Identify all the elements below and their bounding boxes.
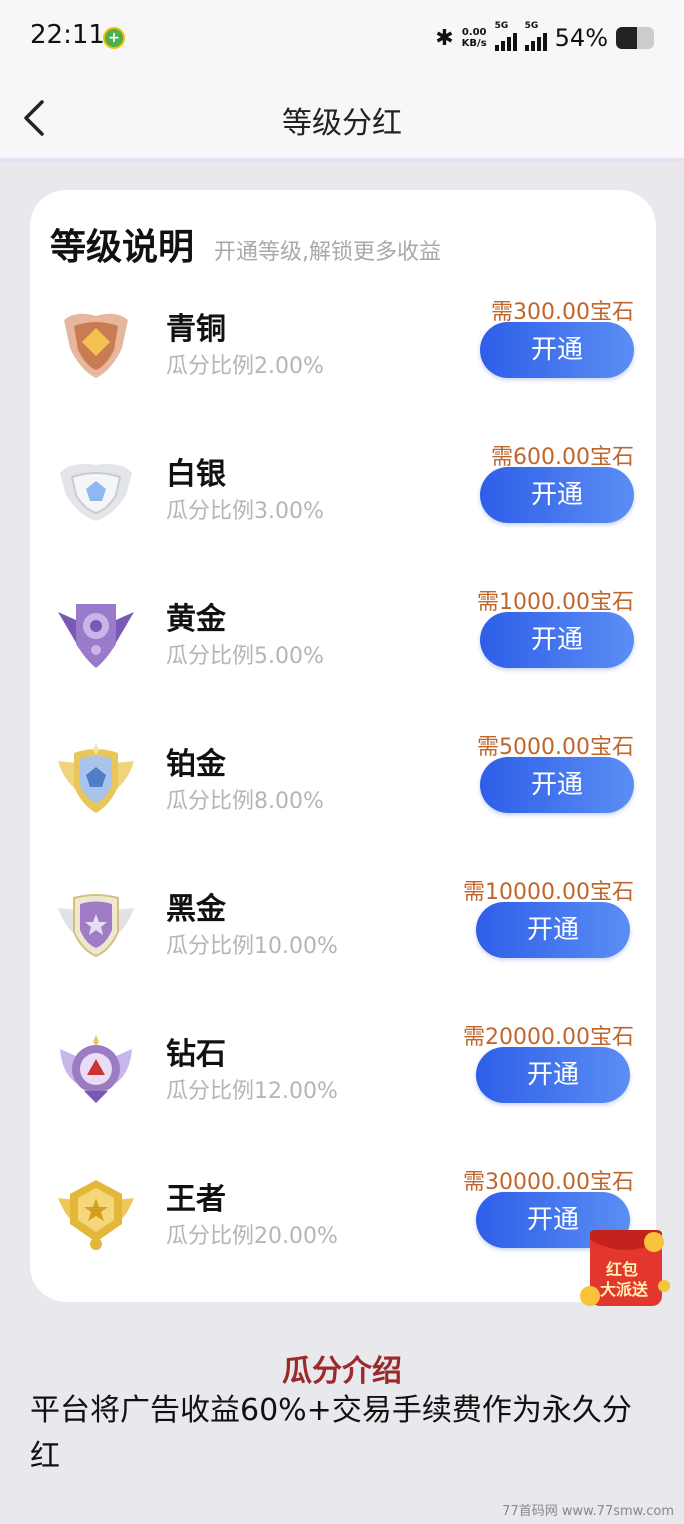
level-card: 等级说明 开通等级,解锁更多收益 青铜 瓜分比例2.00% 需300.00宝石 … [30,190,656,1302]
open-button-gold[interactable]: 开通 [480,612,634,668]
level-row-blackgold: 黑金 瓜分比例10.00% 需10000.00宝石 开通 [30,876,656,996]
level-row-silver: 白银 瓜分比例3.00% 需600.00宝石 开通 [30,441,656,561]
intro-text: 平台将广告收益60%+交易手续费作为永久分红 [30,1393,632,1474]
level-ratio: 瓜分比例5.00% [166,644,324,669]
card-subtitle: 开通等级,解锁更多收益 [214,240,442,265]
nav-bar: 等级分红 [0,78,684,161]
level-row-bronze: 青铜 瓜分比例2.00% 需300.00宝石 开通 [30,296,656,416]
open-button-bronze[interactable]: 开通 [480,322,634,378]
open-button-platinum[interactable]: 开通 [480,757,634,813]
level-name: 青铜 [166,312,226,347]
signal-icon: 5G [494,21,517,51]
signal-label: 5G [494,21,509,31]
level-name: 钻石 [166,1037,226,1072]
status-icons: ✱ 0.00 KB/s 5G 5G 54% [435,20,654,56]
level-name: 王者 [166,1182,226,1217]
level-ratio: 瓜分比例2.00% [166,354,324,379]
intro-title: 瓜分介绍 [282,1354,402,1389]
level-row-gold: 黄金 瓜分比例5.00% 需1000.00宝石 开通 [30,586,656,706]
level-ratio: 瓜分比例12.00% [166,1079,338,1104]
bluetooth-icon: ✱ [435,25,454,51]
level-name: 铂金 [166,747,226,782]
level-name: 白银 [166,457,226,492]
battery-percent: 54% [554,24,608,52]
level-ratio: 瓜分比例20.00% [166,1224,338,1249]
level-ratio: 瓜分比例10.00% [166,934,338,959]
card-header: 等级说明 开通等级,解锁更多收益 [50,218,441,270]
battery-icon [616,27,654,49]
red-packet-label-2: 大派送 [600,1280,649,1299]
open-button-silver[interactable]: 开通 [480,467,634,523]
page-title: 等级分红 [282,106,402,141]
gold-badge-icon [58,604,134,668]
level-name: 黑金 [166,892,226,927]
plus-badge-icon: + [103,27,125,49]
open-button-blackgold[interactable]: 开通 [476,902,630,958]
status-bar: 22:11 + ✱ 0.00 KB/s 5G 5G 54% [0,0,684,78]
card-title: 等级说明 [50,227,195,268]
level-row-diamond: 钻石 瓜分比例12.00% 需20000.00宝石 开通 [30,1021,656,1141]
speed-unit: KB/s [461,38,487,49]
blackgold-badge-icon [58,894,134,958]
open-button-diamond[interactable]: 开通 [476,1047,630,1103]
king-badge-icon [58,1180,134,1250]
level-name: 黄金 [166,602,226,637]
level-ratio: 瓜分比例3.00% [166,499,324,524]
red-packet-float[interactable]: 红包 大派送 [580,1226,676,1314]
bronze-badge-icon [64,313,128,378]
level-row-platinum: 铂金 瓜分比例8.00% 需5000.00宝石 开通 [30,731,656,851]
level-row-king: 王者 瓜分比例20.00% 需30000.00宝石 开通 [30,1166,656,1286]
status-time: 22:11 [30,20,105,50]
speed-value: 0.00 [461,27,487,38]
signal-icon-2: 5G [524,21,547,51]
level-ratio: 瓜分比例8.00% [166,789,324,814]
silver-badge-icon [60,464,132,521]
network-speed: 0.00 KB/s [462,27,487,49]
signal-label-2: 5G [524,21,539,31]
watermark: 77首码网 www.77smw.com [502,1504,674,1519]
platinum-badge-icon [58,743,134,813]
diamond-badge-icon [60,1035,132,1103]
